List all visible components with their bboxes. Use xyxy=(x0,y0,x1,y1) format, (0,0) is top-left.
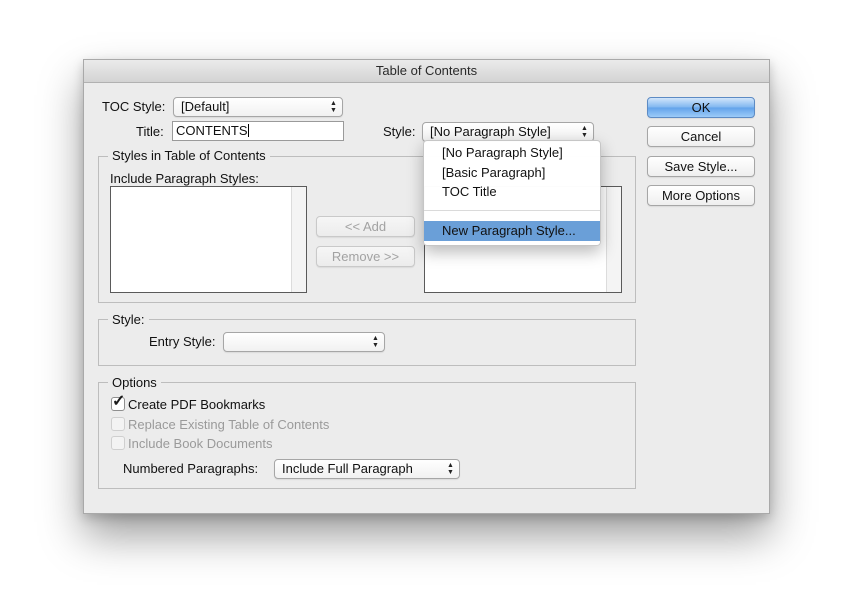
create-pdf-checkbox[interactable]: ✓ xyxy=(111,393,125,411)
save-style-button[interactable]: Save Style... xyxy=(647,156,755,177)
popup-arrows-icon: ▲ ▼ xyxy=(447,462,454,476)
numbered-paragraphs-label: Numbered Paragraphs: xyxy=(123,461,259,476)
toc-style-popup[interactable]: [Default] ▲ ▼ xyxy=(173,97,343,117)
title-style-popup[interactable]: [No Paragraph Style] ▲ ▼ xyxy=(422,122,594,142)
include-book-label[interactable]: Include Book Documents xyxy=(128,436,273,451)
replace-existing-checkbox[interactable] xyxy=(111,417,125,431)
menu-item-basic-paragraph[interactable]: [Basic Paragraph] xyxy=(424,163,600,183)
text-caret xyxy=(247,124,249,137)
entry-style-label: Entry Style: xyxy=(149,334,216,349)
numbered-paragraphs-popup[interactable]: Include Full Paragraph ▲ ▼ xyxy=(274,459,460,479)
menu-item-no-paragraph-style[interactable]: [No Paragraph Style] xyxy=(424,143,600,163)
add-button[interactable]: << Add xyxy=(316,216,415,237)
title-input[interactable]: CONTENTS xyxy=(172,121,344,141)
toc-style-label: TOC Style: xyxy=(102,99,166,114)
more-options-button[interactable]: More Options xyxy=(647,185,755,206)
toc-dialog: Table of Contents TOC Style: [Default] ▲… xyxy=(83,59,770,514)
replace-existing-label[interactable]: Replace Existing Table of Contents xyxy=(128,417,329,432)
title-input-value: CONTENTS xyxy=(176,123,248,138)
title-style-value: [No Paragraph Style] xyxy=(430,124,551,139)
menu-item-new-paragraph-style[interactable]: New Paragraph Style... xyxy=(424,221,600,241)
popup-arrows-icon: ▲ ▼ xyxy=(581,125,588,139)
ok-button[interactable]: OK xyxy=(647,97,755,118)
window-title: Table of Contents xyxy=(84,60,769,83)
include-styles-label: Include Paragraph Styles: xyxy=(110,171,259,186)
list-scrollbar[interactable] xyxy=(606,187,621,292)
included-styles-list[interactable] xyxy=(110,186,307,293)
create-pdf-label[interactable]: Create PDF Bookmarks xyxy=(128,397,265,412)
checkmark-icon: ✓ xyxy=(112,393,126,410)
paragraph-style-menu: [No Paragraph Style] [Basic Paragraph] T… xyxy=(423,140,601,246)
title-label: Title: xyxy=(136,124,164,139)
popup-arrows-icon: ▲ ▼ xyxy=(330,100,337,114)
title-style-label: Style: xyxy=(383,124,416,139)
toc-style-value: [Default] xyxy=(181,99,230,114)
include-book-checkbox[interactable] xyxy=(111,436,125,450)
list-scrollbar[interactable] xyxy=(291,187,306,292)
style-group-label: Style: xyxy=(108,312,149,327)
remove-button[interactable]: Remove >> xyxy=(316,246,415,267)
entry-style-popup[interactable]: ▲ ▼ xyxy=(223,332,385,352)
menu-separator xyxy=(424,210,600,211)
cancel-button[interactable]: Cancel xyxy=(647,126,755,147)
numbered-paragraphs-value: Include Full Paragraph xyxy=(282,461,413,476)
options-group-label: Options xyxy=(108,375,161,390)
menu-item-toc-title[interactable]: TOC Title xyxy=(424,182,600,202)
popup-arrows-icon: ▲ ▼ xyxy=(372,335,379,349)
styles-group-label: Styles in Table of Contents xyxy=(108,148,270,163)
